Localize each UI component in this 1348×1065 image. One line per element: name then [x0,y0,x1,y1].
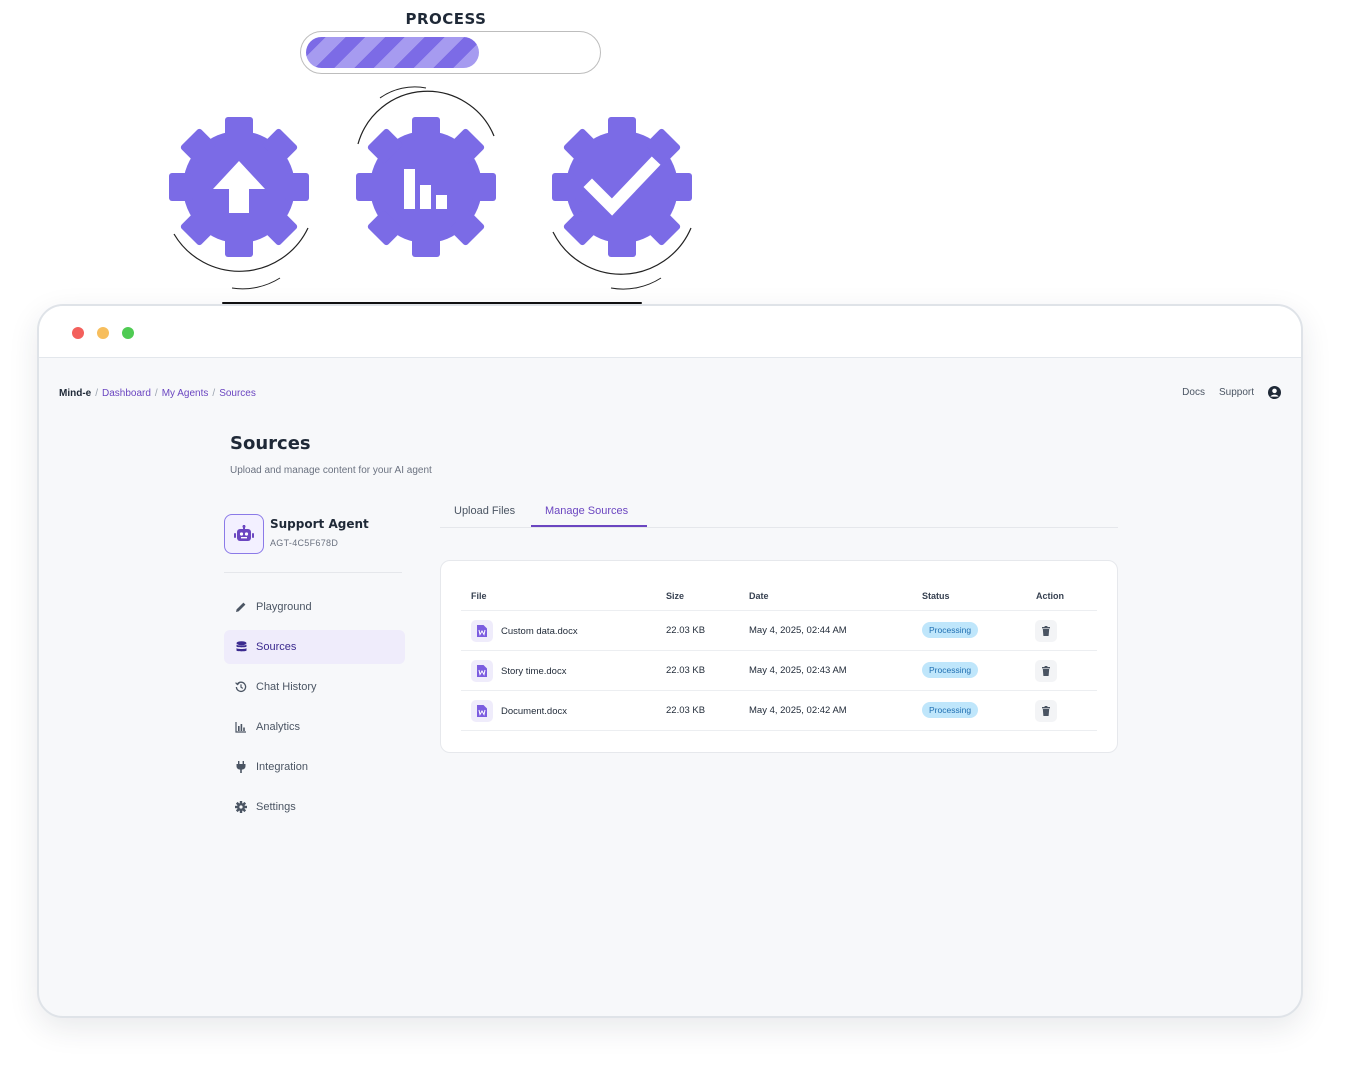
top-nav: Docs Support [1182,386,1281,399]
status-cell: Processing [922,702,979,718]
table-header: File Size Date Status Action [461,591,1097,611]
sidebar-item-settings[interactable]: Settings [224,790,405,824]
agent-avatar [224,514,264,554]
header-status: Status [922,591,950,601]
sidebar-item-chat-history[interactable]: Chat History [224,670,405,704]
header-file: File [471,591,487,601]
file-date: May 4, 2025, 02:44 AM [749,625,847,636]
page-title: Sources [230,433,311,454]
status-badge: Processing [922,622,979,638]
file-size: 22.03 KB [666,625,706,636]
tab-upload-files[interactable]: Upload Files [454,505,515,517]
window-maximize-button[interactable] [122,327,134,339]
process-progress-bar [300,31,601,74]
gear-icon [235,801,247,813]
status-badge: Processing [922,662,979,678]
status-badge: Processing [922,702,979,718]
trash-icon [1042,626,1050,636]
sidebar: Playground Sources Chat History Analytic… [224,590,405,830]
active-tab-indicator [531,525,647,527]
file-cell: Document.docx [471,700,567,722]
check-gear-icon [545,112,701,292]
file-size: 22.03 KB [666,705,706,716]
agent-name: Support Agent [270,517,369,531]
robot-icon [234,525,254,541]
file-cell: Custom data.docx [471,620,578,642]
plug-icon [235,761,247,773]
breadcrumb: Mind-e / Dashboard / My Agents / Sources [59,388,256,399]
sidebar-item-label: Integration [256,761,308,773]
agent-divider [224,572,402,573]
header-action: Action [1036,591,1064,601]
table-row: Document.docx 22.03 KB May 4, 2025, 02:4… [461,691,1097,731]
user-circle-icon[interactable] [1268,386,1281,399]
breadcrumb-sources[interactable]: Sources [219,388,256,399]
sidebar-item-integration[interactable]: Integration [224,750,405,784]
process-title: PROCESS [405,10,487,28]
sidebar-item-label: Chat History [256,681,317,693]
word-doc-icon [471,660,493,682]
window-close-button[interactable] [72,327,84,339]
table-row: Story time.docx 22.03 KB May 4, 2025, 02… [461,651,1097,691]
delete-button[interactable] [1035,660,1057,682]
file-size: 22.03 KB [666,665,706,676]
history-icon [235,681,247,693]
sources-table: File Size Date Status Action Custom data… [440,560,1118,753]
sidebar-item-label: Analytics [256,721,301,733]
file-date: May 4, 2025, 02:43 AM [749,665,847,676]
breadcrumb-my-agents[interactable]: My Agents [162,388,209,399]
file-name: Story time.docx [501,665,567,677]
header-date: Date [749,591,769,601]
trash-icon [1042,666,1050,676]
pencil-icon [235,601,247,613]
table-row: Custom data.docx 22.03 KB May 4, 2025, 0… [461,611,1097,651]
support-link[interactable]: Support [1219,387,1254,398]
status-cell: Processing [922,662,979,678]
docs-link[interactable]: Docs [1182,387,1205,398]
header-size: Size [666,591,685,601]
process-illustration: PROCESS [0,0,760,310]
analytics-icon [235,721,247,733]
window-minimize-button[interactable] [97,327,109,339]
breadcrumb-home[interactable]: Mind-e [59,388,91,399]
page-subtitle: Upload and manage content for your AI ag… [230,465,432,476]
delete-button[interactable] [1035,700,1057,722]
app-window: Mind-e / Dashboard / My Agents / Sources… [37,304,1303,1018]
top-bar: Mind-e / Dashboard / My Agents / Sources… [59,386,1281,408]
upload-gear-icon [162,112,318,292]
source-tabs: Upload Files Manage Sources [440,498,1118,528]
file-cell: Story time.docx [471,660,566,682]
sidebar-item-label: Sources [256,641,297,653]
database-icon [235,641,247,653]
sidebar-item-playground[interactable]: Playground [224,590,405,624]
sidebar-item-label: Playground [256,601,312,613]
breadcrumb-separator: / [95,388,98,399]
status-cell: Processing [922,622,979,638]
breadcrumb-dashboard[interactable]: Dashboard [102,388,151,399]
agent-card: Support Agent AGT-4C5F678D [224,514,404,570]
trash-icon [1042,706,1050,716]
process-progress-fill [306,37,479,68]
file-name: Custom data.docx [501,625,578,637]
breadcrumb-separator: / [154,388,158,399]
delete-button[interactable] [1035,620,1057,642]
word-doc-icon [471,700,493,722]
window-titlebar [39,306,1301,358]
chart-gear-icon [350,86,506,266]
sidebar-item-analytics[interactable]: Analytics [224,710,405,744]
sidebar-item-sources[interactable]: Sources [224,630,405,664]
file-name: Document.docx [501,705,568,717]
word-doc-icon [471,620,493,642]
agent-id: AGT-4C5F678D [270,538,339,548]
tab-manage-sources[interactable]: Manage Sources [545,505,628,517]
breadcrumb-separator: / [212,388,216,399]
file-date: May 4, 2025, 02:42 AM [749,705,847,716]
sidebar-item-label: Settings [256,801,296,813]
